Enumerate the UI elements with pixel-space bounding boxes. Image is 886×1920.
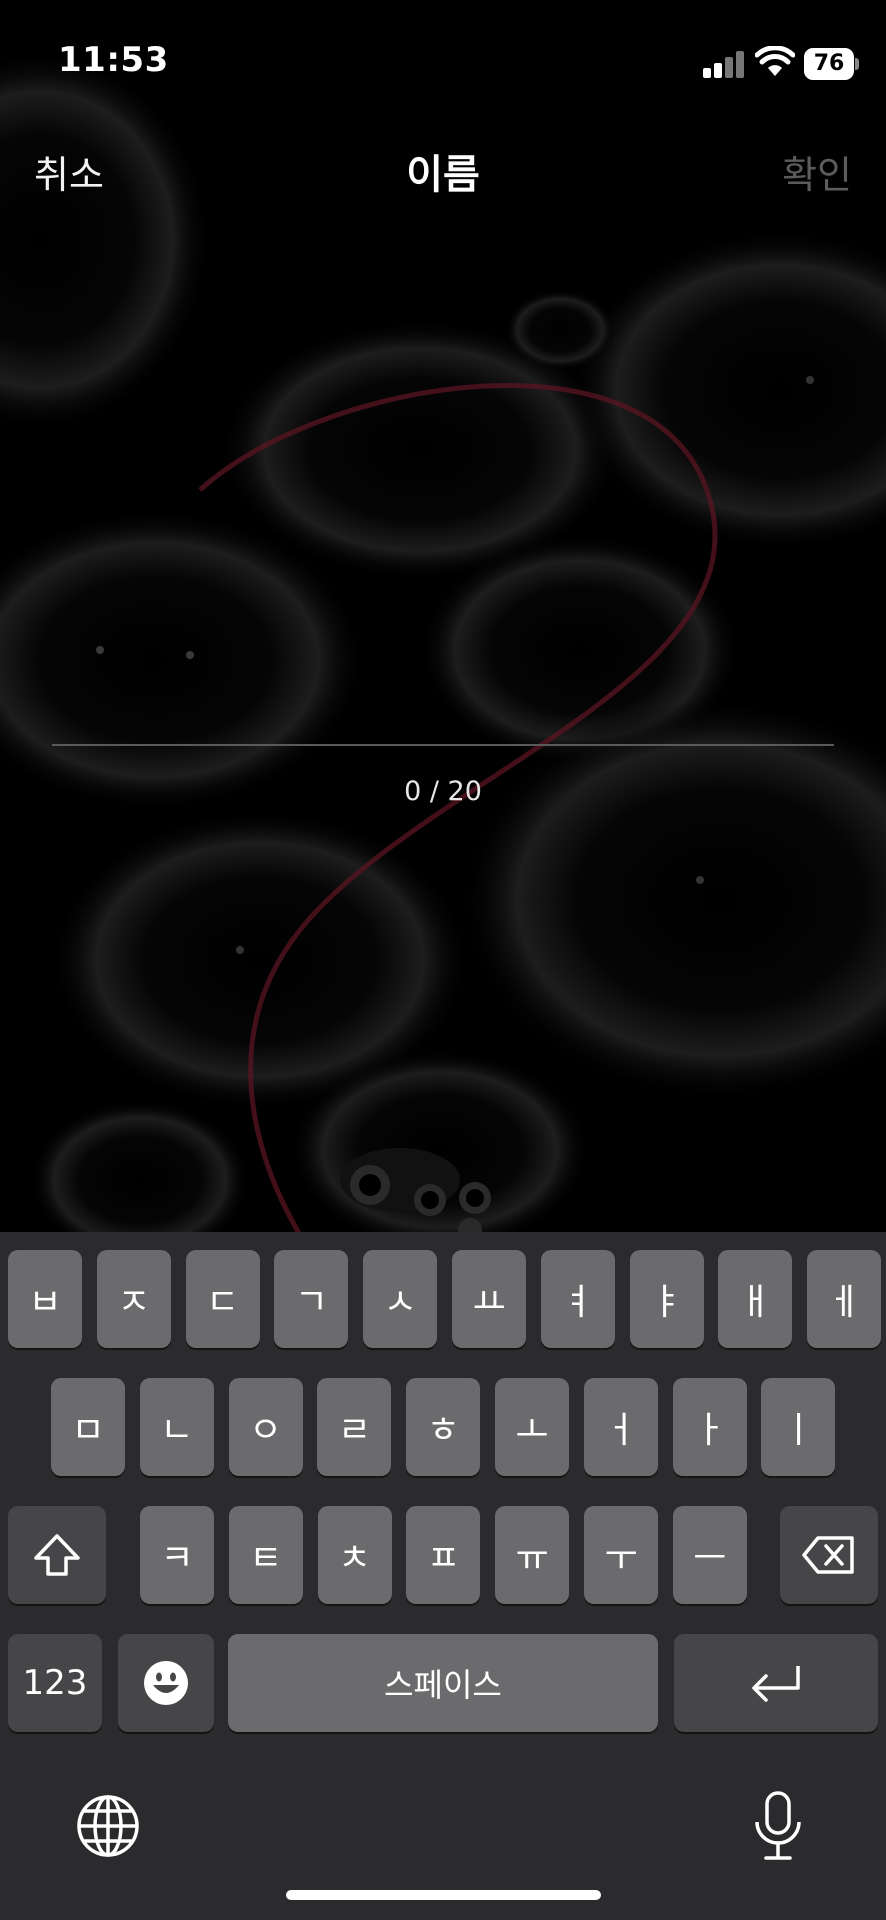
emoji-icon [142,1659,190,1707]
shift-icon [32,1532,82,1578]
letter-key[interactable]: ㅣ [761,1378,836,1476]
letter-key[interactable]: ㅔ [807,1250,882,1348]
letter-key[interactable]: ㅡ [672,1506,747,1604]
cellular-signal-icon [703,50,747,78]
home-indicator[interactable] [286,1890,601,1900]
confirm-button[interactable]: 확인 [782,144,852,199]
microphone-icon[interactable] [752,1790,804,1862]
numbers-key[interactable]: 123 [8,1634,102,1732]
letter-key[interactable]: ㅏ [672,1378,747,1476]
letter-key[interactable]: ㄱ [274,1250,349,1348]
letter-key[interactable]: ㅊ [317,1506,392,1604]
letter-key[interactable]: ㅐ [718,1250,793,1348]
letter-key[interactable]: ㅓ [583,1378,658,1476]
letter-key[interactable]: ㅁ [51,1378,125,1476]
space-key[interactable]: 스페이스 [228,1634,658,1732]
letter-key[interactable]: ㄷ [185,1250,260,1348]
status-time: 11:53 [58,40,169,80]
letter-key[interactable]: ㅛ [452,1250,526,1348]
letter-key[interactable]: ㄴ [139,1378,214,1476]
wifi-icon [754,45,796,78]
letter-key[interactable]: ㅎ [406,1378,481,1476]
input-underline [52,744,834,746]
character-counter: 0 / 20 [404,776,482,807]
letter-key[interactable]: ㄹ [317,1378,392,1476]
return-icon [748,1662,804,1704]
globe-icon[interactable] [76,1794,140,1858]
delete-icon [802,1535,856,1575]
letter-key[interactable]: ㅗ [495,1378,569,1476]
page-title: 이름 [406,152,480,198]
letter-key[interactable]: ㅍ [406,1506,481,1604]
letter-key[interactable]: ㅑ [629,1250,704,1348]
letter-key[interactable]: ㅌ [228,1506,303,1604]
letter-key[interactable]: ㅅ [363,1250,438,1348]
status-bar: 11:53 76 [0,0,886,130]
battery-level: 76 [813,51,845,76]
name-input[interactable] [52,680,834,744]
battery-icon: 76 [804,48,859,80]
letter-key[interactable]: ㅈ [96,1250,171,1348]
letter-key[interactable]: ㅂ [8,1250,82,1348]
return-key[interactable] [674,1634,878,1732]
shift-key[interactable] [8,1506,106,1604]
letter-key[interactable]: ㅋ [140,1506,214,1604]
letter-key[interactable]: ㅜ [584,1506,658,1604]
letter-key[interactable]: ㅇ [228,1378,303,1476]
letter-key[interactable]: ㅕ [540,1250,615,1348]
delete-key[interactable] [780,1506,878,1604]
emoji-key[interactable] [118,1634,214,1732]
letter-key[interactable]: ㅠ [495,1506,570,1604]
